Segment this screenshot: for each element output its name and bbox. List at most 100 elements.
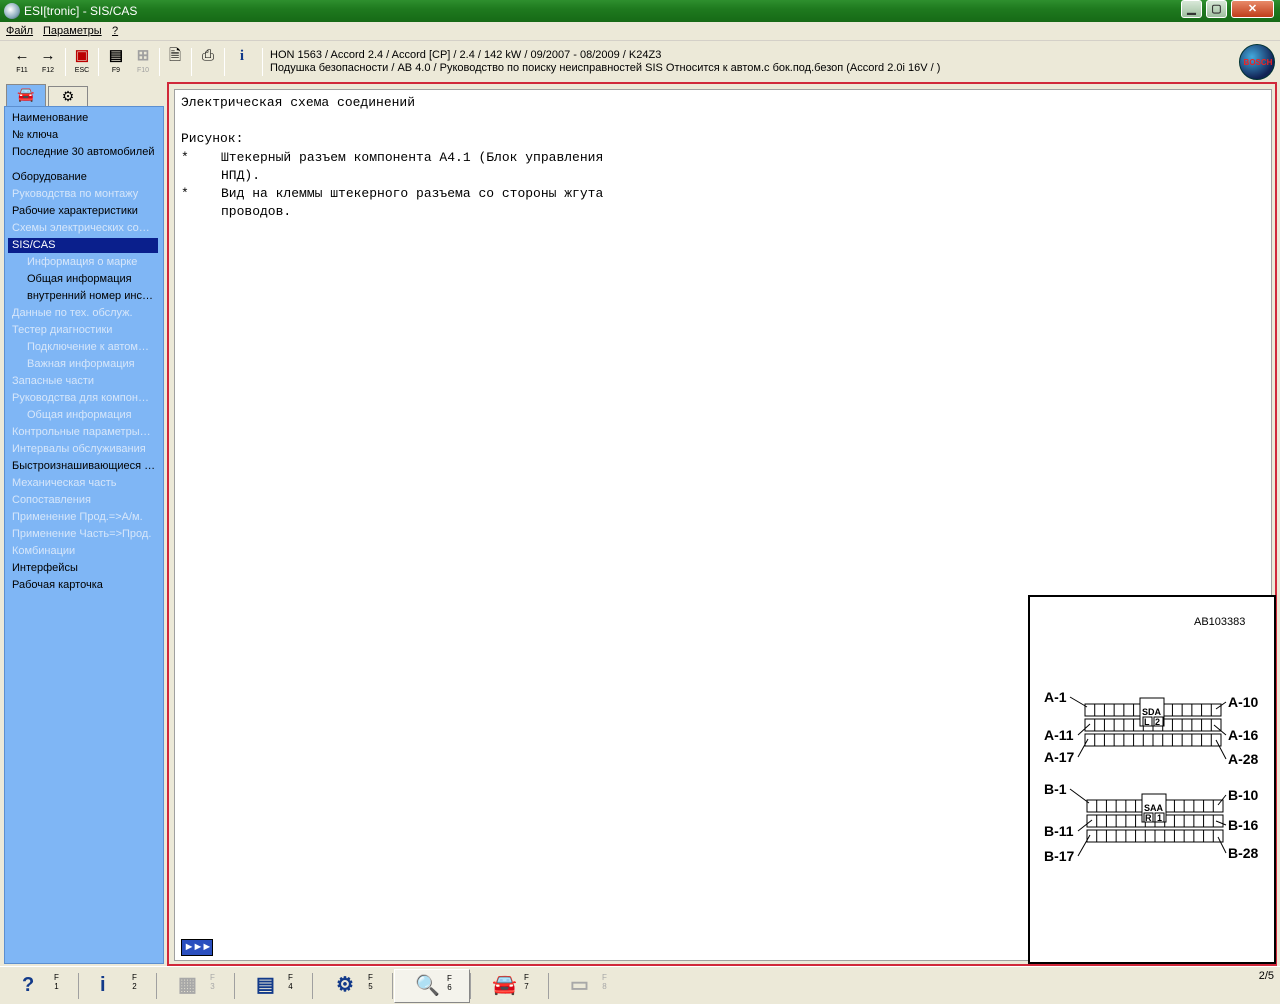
- sidebar-item[interactable]: Общая информация: [8, 408, 158, 423]
- sidebar-item[interactable]: Данные по тех. обслуж.: [8, 306, 158, 321]
- vehicle-icon: 🚘: [492, 974, 517, 996]
- esc-key-label: ESC: [74, 67, 90, 74]
- document-list-icon: ▤: [108, 47, 124, 64]
- f10-button[interactable]: ⊞ F10: [131, 46, 155, 78]
- menu-help[interactable]: ?: [112, 25, 118, 37]
- sidebar-item[interactable]: Применение Часть=>Прод.: [8, 527, 158, 542]
- vehicle-line-2: Подушка безопасности / AB 4.0 / Руководс…: [270, 62, 941, 74]
- sidebar-item[interactable]: Комбинации: [8, 544, 158, 559]
- pin-label: A-16: [1228, 727, 1259, 743]
- menu-bar: Файл Параметры ?: [0, 22, 1280, 41]
- sidebar-item[interactable]: Общая информация: [8, 272, 158, 287]
- toolbar-separator: [224, 48, 225, 76]
- printer-icon: ⎙: [201, 47, 214, 64]
- next-page-button[interactable]: ►►►: [181, 939, 213, 956]
- connector-diagram[interactable]: AB103383 SDA L 2 A-1 A-10 A-11 A-16 A-17…: [1028, 595, 1276, 964]
- exit-icon: ▣: [74, 47, 90, 64]
- zoom-icon: 🔍: [415, 975, 440, 997]
- fkey-button-zoom[interactable]: 🔍 F 6: [394, 969, 470, 1003]
- print-button[interactable]: ⎙: [196, 46, 220, 78]
- toolbar-separator: [159, 48, 160, 76]
- f9-button[interactable]: ▤ F9: [104, 46, 128, 78]
- sidebar-item[interactable]: Применение Прод.=>А/м.: [8, 510, 158, 525]
- forward-button[interactable]: → F12: [36, 46, 60, 78]
- pin-label: B-17: [1044, 848, 1075, 864]
- export-icon: ▭: [570, 974, 589, 996]
- page-indicator: 2/5: [1258, 970, 1274, 982]
- toolbar-separator: [65, 48, 66, 76]
- fkey-button-schematic[interactable]: ▤ F 4: [236, 969, 312, 1003]
- sidebar-item[interactable]: Схемы электрических со…: [8, 221, 158, 236]
- sidebar-item[interactable]: Подключение к автом…: [8, 340, 158, 355]
- vehicle-line-1: HON 1563 / Accord 2.4 / Accord [CP] / 2.…: [270, 49, 662, 61]
- fkey-label: F 7: [524, 973, 529, 991]
- tab-components[interactable]: ⚙: [48, 86, 88, 106]
- sidebar-item[interactable]: Сопоставления: [8, 493, 158, 508]
- menu-file[interactable]: Файл: [6, 25, 33, 37]
- connector-a-code: SDA: [1142, 707, 1162, 717]
- pin-label: A-11: [1044, 727, 1074, 743]
- sidebar-item[interactable]: № ключа: [8, 128, 158, 143]
- info-icon: i: [100, 974, 106, 996]
- forward-key-label: F12: [41, 67, 55, 74]
- sidebar-item[interactable]: Контрольные параметры…: [8, 425, 158, 440]
- fkey-button-component[interactable]: ⚙ F 5: [316, 969, 392, 1003]
- arrow-left-icon: ←: [14, 47, 30, 64]
- f10-key-label: F10: [136, 67, 150, 74]
- sidebar-item[interactable]: Руководства для компон…: [8, 391, 158, 406]
- document-button[interactable]: 🗎: [163, 46, 187, 78]
- sidebar-item[interactable]: Рабочая карточка: [8, 578, 158, 593]
- info-button[interactable]: i: [230, 46, 254, 78]
- connector-a: [1084, 697, 1222, 747]
- statusbar-separator: [548, 973, 549, 999]
- sidebar-item[interactable]: Интерфейсы: [8, 561, 158, 576]
- fkey-button-help[interactable]: ? F 1: [2, 969, 78, 1003]
- sidebar-item[interactable]: Информация о марке: [8, 255, 158, 270]
- maximize-button[interactable]: ▢: [1206, 0, 1227, 18]
- document-view: Электрическая схема соединений Рисунок: …: [174, 89, 1276, 964]
- fkey-label: F 8: [602, 973, 607, 991]
- sidebar-item[interactable]: Тестер диагностики: [8, 323, 158, 338]
- fkey-button-vehicle[interactable]: 🚘 F 7: [472, 969, 548, 1003]
- pin-label: B-1: [1044, 781, 1067, 797]
- tab-vehicle[interactable]: 🚘: [6, 84, 46, 106]
- sidebar-item[interactable]: внутренний номер инс…: [8, 289, 158, 304]
- bosch-logo-text: BOSCH: [1243, 58, 1273, 67]
- back-button[interactable]: ← F11: [10, 46, 34, 78]
- sidebar-item[interactable]: Интервалы обслуживания: [8, 442, 158, 457]
- sidebar-item[interactable]: Механическая часть: [8, 476, 158, 491]
- engine-icon: ⚙: [61, 88, 75, 104]
- toolbar: ← F11 → F12 ▣ ESC ▤ F9 ⊞ F10 🗎 ⎙ i HON 1…: [0, 42, 1280, 82]
- sidebar: 🚘 ⚙ Наименование № ключа Последние 30 авто…: [4, 84, 164, 964]
- connector-b: [1086, 793, 1224, 843]
- sidebar-item[interactable]: SIS/CAS: [8, 238, 158, 253]
- connector-b-code: SAA: [1144, 803, 1164, 813]
- sidebar-item[interactable]: Запасные части: [8, 374, 158, 389]
- sidebar-item[interactable]: Рабочие характеристики: [8, 204, 158, 219]
- sidebar-item[interactable]: Последние 30 автомобилей: [8, 145, 158, 160]
- sidebar-panel: Наименование № ключа Последние 30 автомоби…: [4, 106, 164, 964]
- app-icon: [4, 3, 20, 19]
- statusbar-separator: [312, 973, 313, 999]
- fkey-button-list[interactable]: ▦ F 3: [158, 969, 234, 1003]
- fkey-button-info[interactable]: i F 2: [80, 969, 156, 1003]
- fkey-button-export[interactable]: ▭ F 8: [550, 969, 626, 1003]
- sidebar-item[interactable]: Руководства по монтажу: [8, 187, 158, 202]
- connector-b-mark-right: 1: [1157, 813, 1162, 823]
- close-button[interactable]: ✕: [1231, 0, 1274, 18]
- pin-label: A-10: [1228, 694, 1259, 710]
- sidebar-item[interactable]: Важная информация: [8, 357, 158, 372]
- bullet-text: Штекерный разъем компонента A4.1 (Блок у…: [221, 150, 604, 183]
- sidebar-tabs: 🚘 ⚙: [4, 84, 164, 106]
- component-icon: ⚙: [336, 974, 354, 996]
- sidebar-item[interactable]: Быстроизнашивающиеся …: [8, 459, 158, 474]
- window-title: ESI[tronic] - SIS/CAS: [24, 4, 138, 18]
- esc-button[interactable]: ▣ ESC: [70, 46, 94, 78]
- sidebar-item[interactable]: Наименование: [8, 111, 158, 126]
- document-icon: 🗎: [168, 47, 182, 64]
- sidebar-item[interactable]: Оборудование: [8, 170, 158, 185]
- menu-params[interactable]: Параметры: [43, 25, 102, 37]
- list-icon: ▦: [178, 974, 197, 996]
- minimize-button[interactable]: ▁: [1181, 0, 1202, 18]
- statusbar-separator: [78, 973, 79, 999]
